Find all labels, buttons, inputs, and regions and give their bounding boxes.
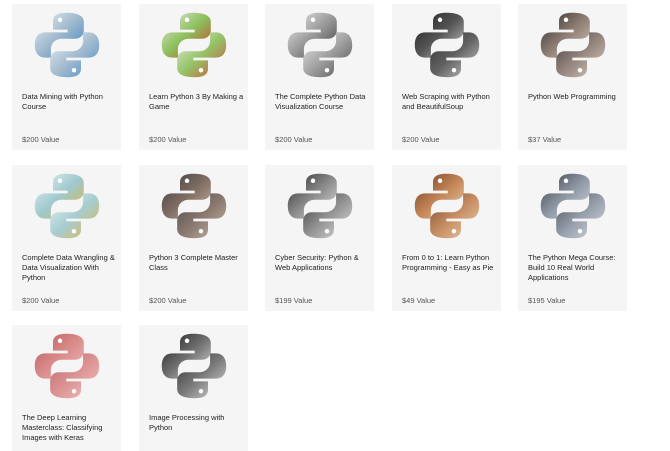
course-logo — [32, 331, 102, 401]
course-logo — [159, 171, 229, 241]
course-value: $49 Value — [402, 296, 436, 305]
photo-prints-photo-icon — [161, 333, 227, 399]
course-card[interactable]: Data Mining with Python Course $200 Valu… — [12, 4, 121, 150]
course-title: Python Web Programming — [528, 92, 616, 101]
course-value: $37 Value — [528, 135, 562, 144]
course-value: $200 Value — [149, 296, 187, 305]
course-title: From 0 to 1: Learn Python Programming - … — [402, 253, 494, 272]
course-grid: Data Mining with Python Course $200 Valu… — [0, 0, 670, 451]
course-logo — [159, 331, 229, 401]
course-card[interactable]: Python Web Programming $37 Value — [518, 4, 627, 150]
course-title: Image Processing with Python — [149, 413, 225, 432]
course-value: $200 Value — [22, 296, 60, 305]
course-card[interactable]: The Complete Python Data Visualization C… — [265, 4, 374, 150]
course-value: $200 Value — [275, 135, 313, 144]
laptop-chart-photo-icon — [287, 12, 353, 78]
course-title: Web Scraping with Python and BeautifulSo… — [402, 92, 490, 111]
course-logo — [285, 171, 355, 241]
course-value: $200 Value — [402, 135, 440, 144]
course-logo — [412, 171, 482, 241]
course-card[interactable]: From 0 to 1: Learn Python Programming - … — [392, 165, 501, 311]
course-title: The Deep Learning Masterclass: Classifyi… — [22, 413, 103, 442]
spider-web-photo-icon — [414, 12, 480, 78]
course-title: Data Mining with Python Course — [22, 92, 103, 111]
phone-hand-photo-icon — [540, 173, 606, 239]
chain-lock-photo-icon — [287, 173, 353, 239]
laptop-hands-photo-icon — [540, 12, 606, 78]
course-card[interactable]: Cyber Security: Python & Web Application… — [265, 165, 374, 311]
course-title: Python 3 Complete Master Class — [149, 253, 238, 272]
course-title: Cyber Security: Python & Web Application… — [275, 253, 359, 272]
course-logo — [538, 171, 608, 241]
course-value: $200 Value — [149, 135, 187, 144]
course-logo — [32, 171, 102, 241]
course-title: Learn Python 3 By Making a Game — [149, 92, 244, 111]
data-mining-photo-icon — [34, 12, 100, 78]
course-title: The Python Mega Course: Build 10 Real Wo… — [528, 253, 616, 282]
course-logo — [285, 10, 355, 80]
course-value: $200 Value — [22, 135, 60, 144]
course-card[interactable]: Python 3 Complete Master Class $200 Valu… — [139, 165, 248, 311]
course-title: Complete Data Wrangling & Data Visualiza… — [22, 253, 115, 282]
pie-photo-icon — [414, 173, 480, 239]
course-value: $195 Value — [528, 296, 566, 305]
course-logo — [159, 10, 229, 80]
course-card[interactable]: The Python Mega Course: Build 10 Real Wo… — [518, 165, 627, 311]
course-card[interactable]: Image Processing with Python — [139, 325, 248, 451]
course-logo — [32, 10, 102, 80]
course-logo — [412, 10, 482, 80]
course-card[interactable]: Learn Python 3 By Making a Game $200 Val… — [139, 4, 248, 150]
course-card[interactable]: Complete Data Wrangling & Data Visualiza… — [12, 165, 121, 311]
course-value: $199 Value — [275, 296, 313, 305]
brain-photo-icon — [34, 333, 100, 399]
game-pieces-photo-icon — [161, 12, 227, 78]
course-card[interactable]: The Deep Learning Masterclass: Classifyi… — [12, 325, 121, 451]
course-logo — [538, 10, 608, 80]
charts-desk-photo-icon — [34, 173, 100, 239]
laptop-desk-photo-icon — [161, 173, 227, 239]
course-card[interactable]: Web Scraping with Python and BeautifulSo… — [392, 4, 501, 150]
course-title: The Complete Python Data Visualization C… — [275, 92, 366, 111]
